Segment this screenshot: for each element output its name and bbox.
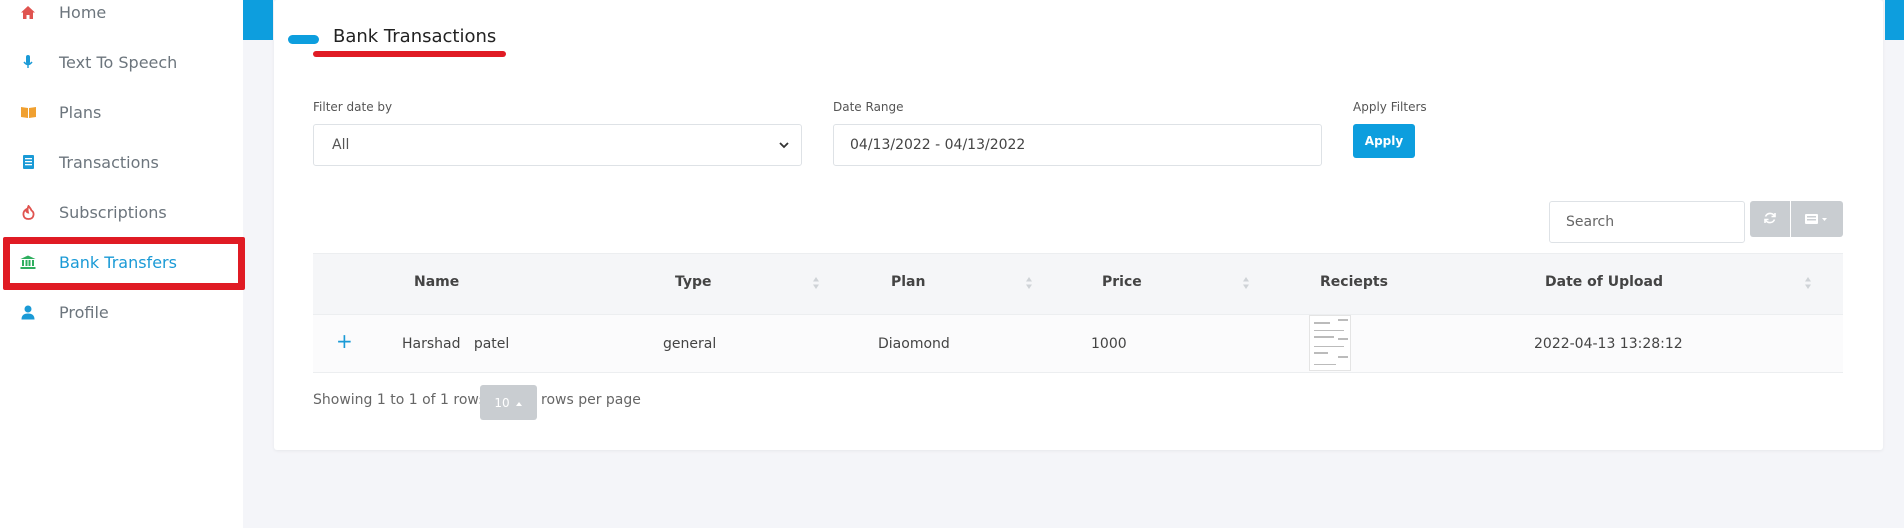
sidebar-item-profile[interactable]: Profile: [0, 292, 243, 332]
sidebar-item-label: Profile: [59, 302, 109, 322]
user-icon: [19, 303, 37, 321]
microphone-icon: [19, 53, 37, 71]
rows-per-page-label: rows per page: [541, 392, 641, 408]
column-header-receipts: Reciepts: [1320, 274, 1388, 290]
page-title: Bank Transactions: [333, 26, 497, 47]
date-range-label: Date Range: [833, 100, 904, 114]
sidebar-item-label: Home: [59, 2, 107, 22]
apply-filters-label: Apply Filters: [1353, 100, 1427, 114]
home-icon: [19, 3, 37, 21]
filter-date-label: Filter date by: [313, 100, 393, 114]
refresh-icon: [1763, 210, 1777, 229]
rows-per-page-value: 10: [494, 395, 510, 410]
search-input[interactable]: [1549, 201, 1745, 243]
sidebar-item-home[interactable]: Home: [0, 0, 243, 32]
filter-date-select[interactable]: All: [313, 124, 802, 166]
fire-icon: [19, 203, 37, 221]
sidebar-item-text-to-speech[interactable]: Text To Speech: [0, 42, 243, 82]
date-range-input[interactable]: 04/13/2022 - 04/13/2022: [833, 124, 1322, 166]
sort-icon[interactable]: [1804, 276, 1812, 290]
sidebar-item-label: Subscriptions: [59, 202, 167, 222]
columns-toggle-button[interactable]: [1791, 201, 1843, 237]
table-header: Name Type Plan Price Reciepts Date of Up…: [313, 253, 1843, 314]
sort-icon[interactable]: [1242, 276, 1250, 290]
column-header-type[interactable]: Type: [675, 274, 712, 290]
refresh-button[interactable]: [1750, 201, 1790, 237]
column-header-price[interactable]: Price: [1102, 274, 1142, 290]
header-accent: [1885, 0, 1904, 40]
list-icon: [19, 153, 37, 171]
column-header-name[interactable]: Name: [414, 274, 459, 290]
filter-date-value: All: [332, 137, 350, 153]
expand-row-button[interactable]: +: [336, 329, 353, 353]
sort-icon[interactable]: [812, 276, 820, 290]
receipt-thumbnail[interactable]: [1309, 315, 1351, 371]
cell-plan: Diaomond: [878, 336, 950, 352]
header-accent: [243, 0, 273, 40]
sidebar-item-transactions[interactable]: Transactions: [0, 142, 243, 182]
sidebar-item-subscriptions[interactable]: Subscriptions: [0, 192, 243, 232]
sort-icon[interactable]: [1025, 276, 1033, 290]
apply-button[interactable]: Apply: [1353, 124, 1415, 158]
sidebar-item-label: Text To Speech: [59, 52, 178, 72]
cell-type: general: [663, 336, 717, 352]
sidebar-item-label: Transactions: [59, 152, 159, 172]
caret-up-icon: [515, 396, 523, 410]
table-row: + Harshad patel general Diaomond 1000 20…: [313, 314, 1843, 373]
cell-date: 2022-04-13 13:28:12: [1534, 336, 1683, 352]
annotation-highlight-box: [3, 237, 245, 290]
chevron-down-icon: [777, 138, 791, 152]
column-header-date[interactable]: Date of Upload: [1545, 274, 1663, 290]
column-header-plan[interactable]: Plan: [891, 274, 925, 290]
title-accent-pill: [288, 35, 319, 44]
book-icon: [19, 103, 37, 121]
pagination-info: Showing 1 to 1 of 1 rows: [313, 392, 487, 408]
annotation-underline: [313, 51, 506, 57]
rows-per-page-dropdown[interactable]: 10: [480, 385, 537, 420]
cell-name: Harshad patel: [402, 336, 510, 352]
cell-price: 1000: [1091, 336, 1127, 352]
date-range-value: 04/13/2022 - 04/13/2022: [850, 137, 1026, 153]
sidebar-item-plans[interactable]: Plans: [0, 92, 243, 132]
columns-icon: [1804, 210, 1830, 229]
sidebar-item-label: Plans: [59, 102, 102, 122]
